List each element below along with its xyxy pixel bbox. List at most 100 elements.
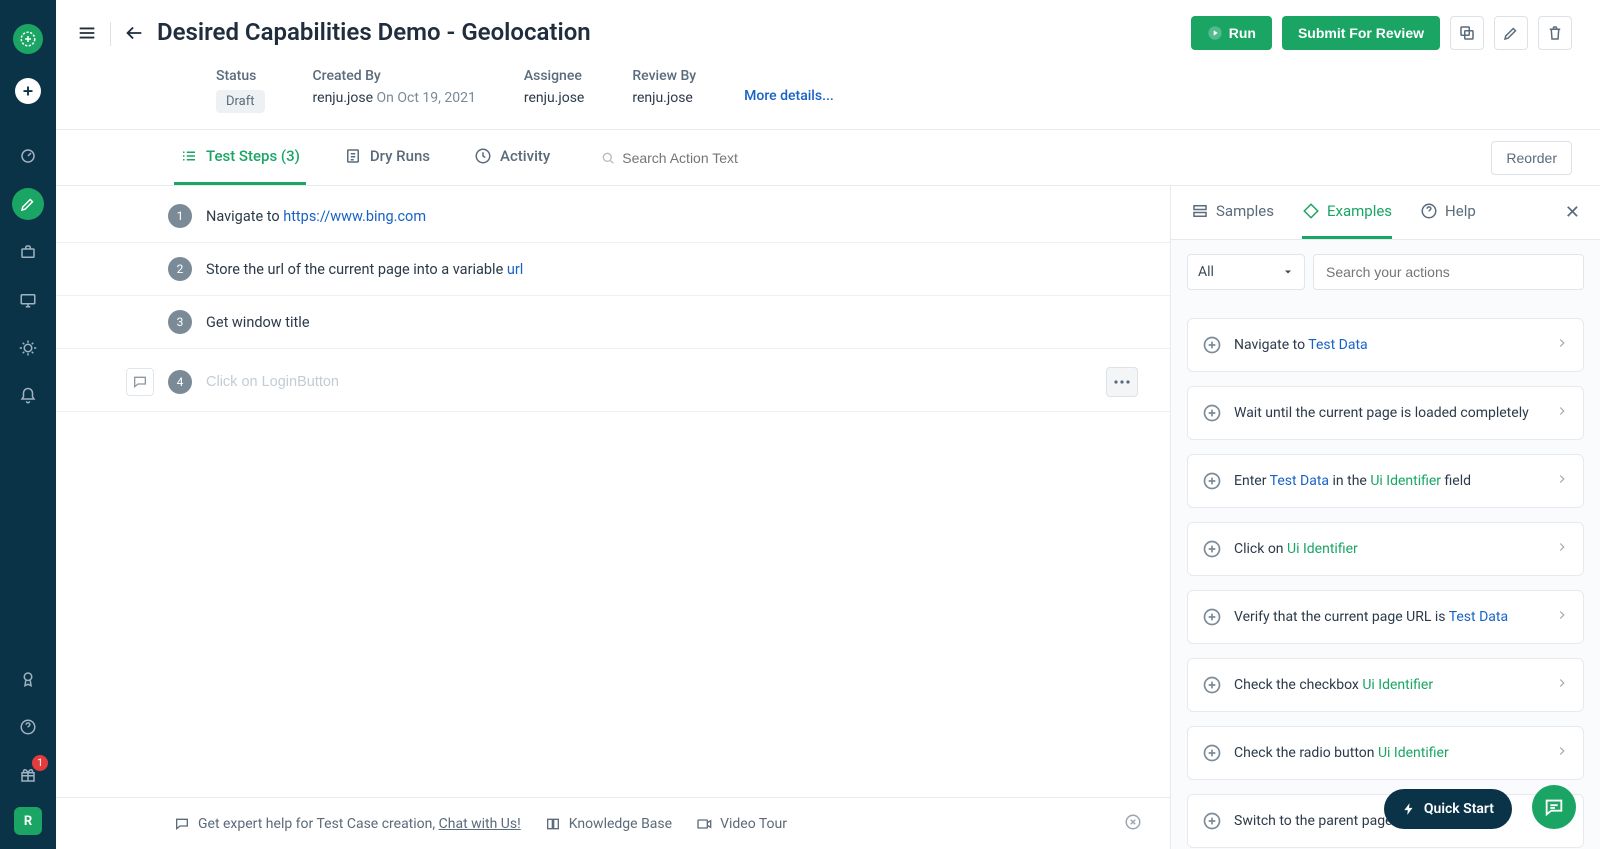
- filter-value: All: [1198, 264, 1214, 280]
- meta-row: Status Draft Created By renju.jose On Oc…: [56, 50, 1600, 129]
- main-content: Desired Capabilities Demo - Geolocation …: [56, 0, 1600, 849]
- new-step-input[interactable]: [206, 374, 1092, 390]
- briefcase-icon[interactable]: [12, 236, 44, 268]
- back-button[interactable]: [123, 22, 145, 48]
- example-item[interactable]: Enter Test Data in the Ui Identifier fie…: [1187, 454, 1584, 508]
- example-item[interactable]: Click on Ui Identifier: [1187, 522, 1584, 576]
- chevron-right-icon: [1555, 336, 1569, 354]
- step-number: 3: [168, 310, 192, 334]
- edit-button[interactable]: [1494, 16, 1528, 50]
- createdby-value: renju.jose On Oct 19, 2021: [313, 90, 476, 106]
- step-text: Store the url of the current page into a…: [206, 261, 523, 278]
- example-item[interactable]: Navigate to Test Data: [1187, 318, 1584, 372]
- rp-tab-help[interactable]: Help: [1420, 186, 1476, 239]
- assignee-value: renju.jose: [524, 90, 585, 106]
- chevron-right-icon: [1555, 540, 1569, 558]
- footer-video[interactable]: Video Tour: [696, 816, 787, 832]
- dashboard-icon[interactable]: [12, 140, 44, 172]
- edit-icon[interactable]: [12, 188, 44, 220]
- step-text: Navigate to https://www.bing.com: [206, 208, 426, 225]
- footer-kb-label: Knowledge Base: [569, 816, 672, 832]
- assignee-label: Assignee: [524, 68, 585, 84]
- example-text: Click on Ui Identifier: [1234, 541, 1543, 557]
- footer-kb[interactable]: Knowledge Base: [545, 816, 672, 832]
- example-text: Verify that the current page URL is Test…: [1234, 609, 1543, 625]
- new-step-number: 4: [168, 370, 192, 394]
- page-title: Desired Capabilities Demo - Geolocation: [157, 18, 591, 46]
- createdby-label: Created By: [313, 68, 476, 84]
- tab-dry-runs-label: Dry Runs: [370, 147, 430, 165]
- tab-activity-label: Activity: [500, 147, 550, 165]
- example-text: Enter Test Data in the Ui Identifier fie…: [1234, 473, 1543, 489]
- example-item[interactable]: Wait until the current page is loaded co…: [1187, 386, 1584, 440]
- step-text: Get window title: [206, 314, 310, 331]
- status-chip: Draft: [216, 90, 265, 113]
- bug-icon[interactable]: [12, 332, 44, 364]
- chat-fab[interactable]: [1532, 785, 1576, 829]
- steps-pane: 1 Navigate to https://www.bing.com 2 Store …: [56, 186, 1170, 849]
- right-panel: Samples Examples Help ✕ All Na: [1170, 186, 1600, 849]
- run-label: Run: [1229, 25, 1256, 41]
- logo-icon[interactable]: [13, 24, 43, 54]
- example-item[interactable]: Check the checkbox Ui Identifier: [1187, 658, 1584, 712]
- rp-tab-examples-label: Examples: [1327, 202, 1392, 220]
- gift-icon[interactable]: 1: [12, 759, 44, 791]
- tab-dry-runs[interactable]: Dry Runs: [338, 130, 436, 185]
- delete-button[interactable]: [1538, 16, 1572, 50]
- step-row[interactable]: 3 Get window title: [56, 296, 1170, 349]
- footer-chat[interactable]: Get expert help for Test Case creation, …: [174, 816, 521, 832]
- monitor-icon[interactable]: [12, 284, 44, 316]
- reorder-button[interactable]: Reorder: [1491, 141, 1572, 175]
- step-number: 2: [168, 257, 192, 281]
- reviewby-label: Review By: [632, 68, 696, 84]
- search-action-input[interactable]: [622, 150, 822, 166]
- notification-badge: 1: [32, 755, 48, 771]
- page-header: Desired Capabilities Demo - Geolocation …: [56, 0, 1600, 50]
- step-row[interactable]: 1 Navigate to https://www.bing.com: [56, 190, 1170, 243]
- rp-close-button[interactable]: ✕: [1565, 202, 1580, 223]
- footer-bar: Get expert help for Test Case creation, …: [56, 797, 1170, 849]
- chevron-right-icon: [1555, 404, 1569, 422]
- example-item[interactable]: Check the radio button Ui Identifier: [1187, 726, 1584, 780]
- footer-video-label: Video Tour: [720, 816, 787, 832]
- user-avatar[interactable]: R: [14, 807, 42, 835]
- section-tabs: Test Steps (3) Dry Runs Activity Reorder: [56, 130, 1600, 186]
- chevron-right-icon: [1555, 744, 1569, 762]
- help-icon[interactable]: [12, 711, 44, 743]
- chevron-right-icon: [1555, 608, 1569, 626]
- submit-review-button[interactable]: Submit For Review: [1282, 16, 1440, 50]
- new-step-row[interactable]: 4: [56, 353, 1170, 412]
- tab-test-steps[interactable]: Test Steps (3): [174, 130, 306, 185]
- rp-tab-samples[interactable]: Samples: [1191, 186, 1274, 239]
- quick-start-button[interactable]: Quick Start: [1384, 789, 1512, 829]
- comment-icon[interactable]: [126, 368, 154, 396]
- status-label: Status: [216, 68, 265, 84]
- more-details-link[interactable]: More details...: [744, 88, 834, 104]
- step-row[interactable]: 2 Store the url of the current page into …: [56, 243, 1170, 296]
- footer-help-text: Get expert help for Test Case creation, …: [198, 816, 521, 832]
- search-action[interactable]: [600, 150, 822, 166]
- menu-icon[interactable]: [76, 22, 98, 48]
- example-text: Check the checkbox Ui Identifier: [1234, 677, 1543, 693]
- bell-icon[interactable]: [12, 380, 44, 412]
- step-number: 1: [168, 204, 192, 228]
- award-icon[interactable]: [12, 663, 44, 695]
- example-item[interactable]: Verify that the current page URL is Test…: [1187, 590, 1584, 644]
- filter-select[interactable]: All: [1187, 254, 1305, 290]
- tab-activity[interactable]: Activity: [468, 130, 556, 185]
- rp-tab-samples-label: Samples: [1216, 202, 1274, 220]
- reviewby-value: renju.jose: [632, 90, 696, 106]
- example-text: Navigate to Test Data: [1234, 337, 1543, 353]
- add-icon[interactable]: [15, 78, 41, 104]
- rp-tab-examples[interactable]: Examples: [1302, 186, 1392, 239]
- chevron-right-icon: [1555, 472, 1569, 490]
- run-button[interactable]: Run: [1191, 16, 1272, 50]
- divider: [110, 22, 111, 46]
- quick-start-label: Quick Start: [1424, 801, 1494, 817]
- footer-close-icon[interactable]: [1124, 813, 1142, 835]
- example-text: Check the radio button Ui Identifier: [1234, 745, 1543, 761]
- copy-button[interactable]: [1450, 16, 1484, 50]
- step-more-button[interactable]: [1106, 367, 1138, 397]
- rp-tab-help-label: Help: [1445, 202, 1476, 220]
- rp-search-input[interactable]: [1313, 254, 1584, 290]
